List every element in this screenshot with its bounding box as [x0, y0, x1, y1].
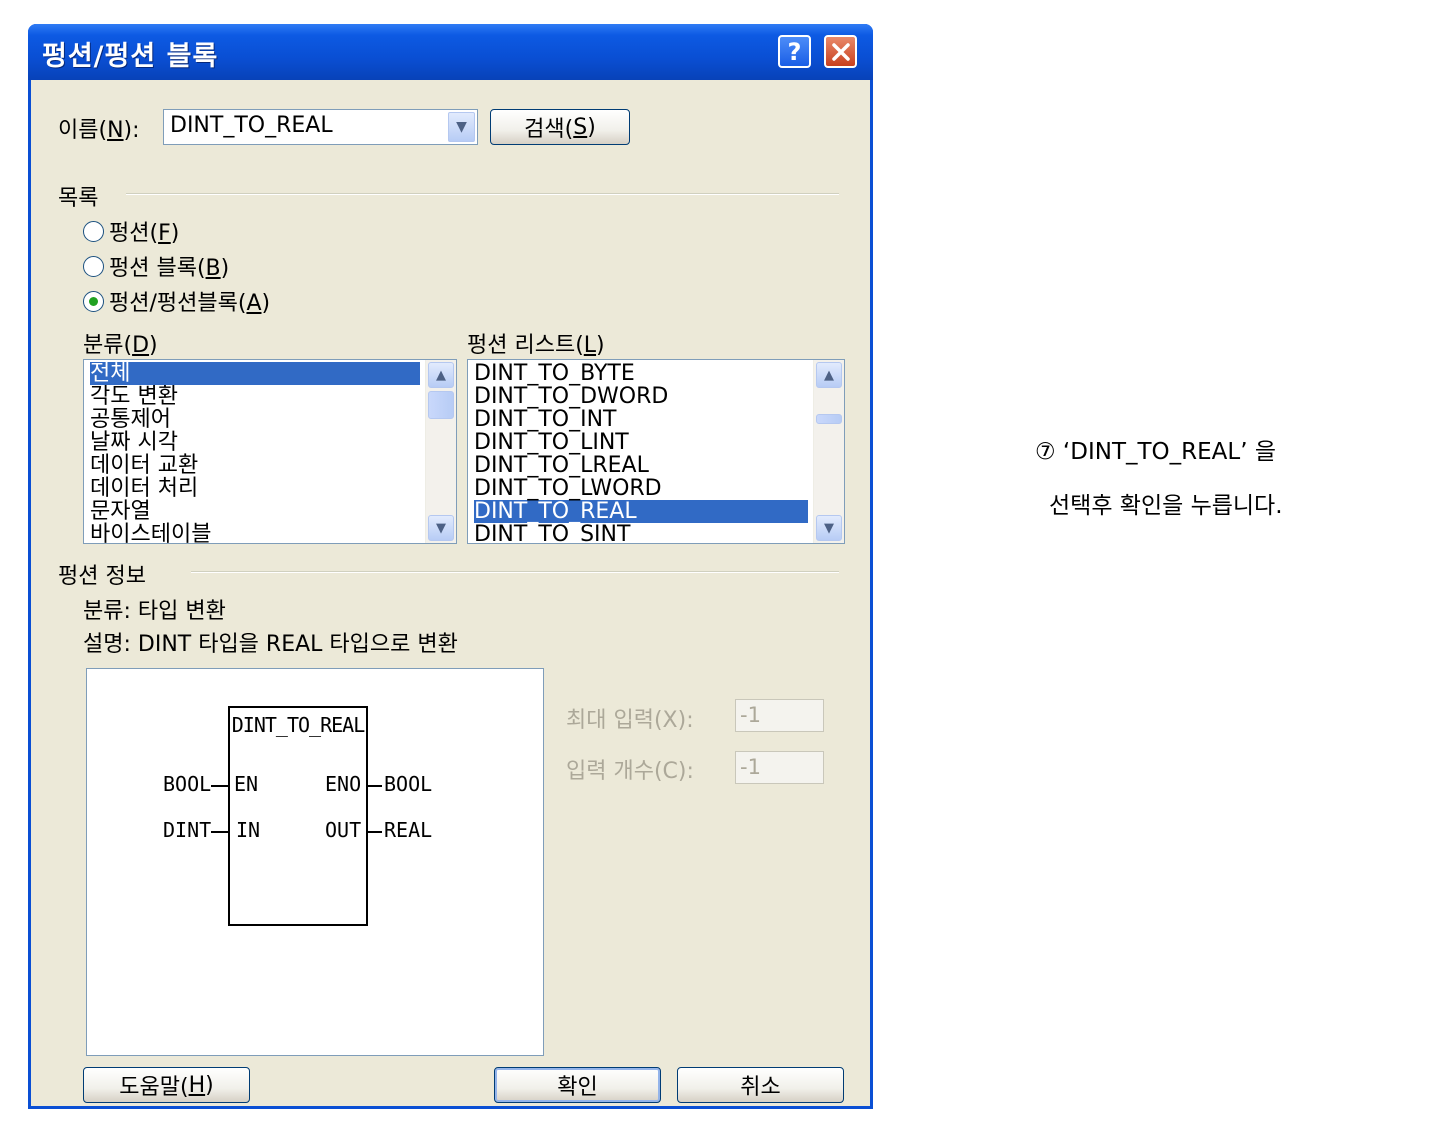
function-item[interactable]: DINT_TO_REAL [474, 500, 808, 523]
radio-function[interactable]: 펑션(F) [83, 215, 179, 247]
list-group-divider [126, 193, 839, 195]
pin-in: IN [236, 818, 261, 842]
scroll-up-icon[interactable]: ▲ [428, 362, 454, 388]
chevron-down-icon[interactable]: ▼ [448, 112, 475, 142]
category-label: 분류(D) [83, 333, 158, 358]
function-item[interactable]: DINT_TO_DWORD [474, 385, 808, 408]
block-name: DINT_TO_REAL [231, 713, 366, 737]
search-button[interactable]: 검색(S) [490, 109, 630, 145]
input-type-in: DINT [163, 818, 212, 842]
function-scrollbar[interactable]: ▲ ▼ [813, 360, 844, 543]
pin-out: OUT [325, 818, 362, 842]
cancel-button[interactable]: 취소 [677, 1067, 844, 1103]
radio-function-block-label: 펑션 블록(B) [109, 256, 230, 281]
info-description: 설명: DINT 타입을 REAL 타입으로 변환 [83, 632, 458, 657]
radio-function-label: 펑션(F) [109, 221, 180, 246]
radio-circle-checked[interactable] [83, 290, 104, 312]
name-value: DINT_TO_REAL [170, 113, 333, 138]
help-button[interactable]: 도움말(H) [83, 1067, 250, 1103]
category-item[interactable]: 바이스테이블 [90, 523, 420, 543]
name-label: 이름(N): [58, 118, 140, 143]
category-listbox[interactable]: 바이스테이블 문자열 데이터 처리 데이터 교환 날짜 시각 공통제어 각도 변환 전체 ▲ … [83, 359, 457, 544]
radio-circle[interactable] [83, 220, 104, 242]
list-group-label: 목록 [58, 186, 99, 211]
radio-function-and-block-label: 펑션/펑션블록(A) [109, 291, 271, 316]
function-item[interactable]: DINT_TO_BYTE [474, 362, 808, 385]
radio-function-block[interactable]: 펑션 블록(B) [83, 250, 229, 282]
title-bar[interactable]: 펑션/펑션 블록 ? [28, 24, 873, 80]
close-icon [831, 42, 850, 61]
info-group-label: 펑션 정보 [58, 564, 146, 589]
input-count-field[interactable]: -1 [735, 751, 824, 784]
info-category: 분류: 타입 변환 [83, 599, 226, 624]
dialog-title: 펑션/펑션 블록 [42, 41, 219, 72]
function-list-label: 펑션 리스트(L) [467, 333, 605, 358]
help-title-button[interactable]: ? [778, 35, 811, 68]
instruction-line-2: 선택후 확인을 누릅니다. [1049, 493, 1283, 519]
dialog-body: 이름(N): DINT_TO_REAL ▼ 검색(S) 목록 펑션(F) 펑션 … [31, 80, 870, 1106]
scroll-down-icon[interactable]: ▼ [816, 515, 842, 541]
function-block-diagram: DINT_TO_REAL BOOL EN DINT IN ENO BOOL OU… [86, 668, 544, 1056]
output-type-out: REAL [384, 818, 433, 842]
function-dialog: 펑션/펑션 블록 ? 이름(N): DINT_TO_REAL ▼ 검색(S) 목… [28, 24, 873, 1109]
radio-circle[interactable] [83, 255, 104, 277]
function-item[interactable]: DINT_TO_LWORD [474, 477, 808, 500]
scroll-down-icon[interactable]: ▼ [428, 515, 454, 541]
category-item[interactable]: 문자열 [90, 500, 420, 523]
category-item[interactable]: 날짜 시각 [90, 431, 420, 454]
close-button[interactable] [824, 35, 857, 68]
block-box [228, 706, 368, 926]
scroll-up-icon[interactable]: ▲ [816, 362, 842, 388]
scroll-thumb[interactable] [428, 391, 454, 419]
pin-eno: ENO [325, 772, 362, 796]
max-input-label: 최대 입력(X): [566, 708, 694, 733]
category-item[interactable]: 데이터 처리 [90, 477, 420, 500]
function-item[interactable]: DINT_TO_LINT [474, 431, 808, 454]
function-item[interactable]: DINT_TO_SINT [474, 523, 808, 543]
radio-function-and-block[interactable]: 펑션/펑션블록(A) [83, 285, 270, 317]
category-scrollbar[interactable]: ▲ ▼ [425, 360, 456, 543]
input-line [211, 785, 228, 787]
instruction-line-1: ⑦ ‘DINT_TO_REAL’ 을 [1035, 439, 1276, 465]
category-item[interactable]: 공통제어 [90, 408, 420, 431]
function-item[interactable]: DINT_TO_LREAL [474, 454, 808, 477]
output-line [368, 831, 382, 833]
output-line [368, 785, 382, 787]
input-line [211, 831, 228, 833]
category-item[interactable]: 데이터 교환 [90, 454, 420, 477]
function-listbox[interactable]: DINT_TO_SINT DINT_TO_REAL DINT_TO_LWORD DIN… [467, 359, 845, 544]
name-combobox[interactable]: DINT_TO_REAL ▼ [163, 109, 478, 145]
input-type-en: BOOL [163, 772, 212, 796]
function-item[interactable]: DINT_TO_INT [474, 408, 808, 431]
scroll-thumb[interactable] [816, 414, 842, 424]
max-input-field[interactable]: -1 [735, 699, 824, 732]
category-item[interactable]: 전체 [90, 362, 420, 385]
info-group-divider [191, 571, 839, 573]
category-item[interactable]: 각도 변환 [90, 385, 420, 408]
pin-en: EN [234, 772, 259, 796]
output-type-eno: BOOL [384, 772, 433, 796]
ok-button[interactable]: 확인 [494, 1067, 661, 1103]
input-count-label: 입력 개수(C): [566, 759, 694, 784]
